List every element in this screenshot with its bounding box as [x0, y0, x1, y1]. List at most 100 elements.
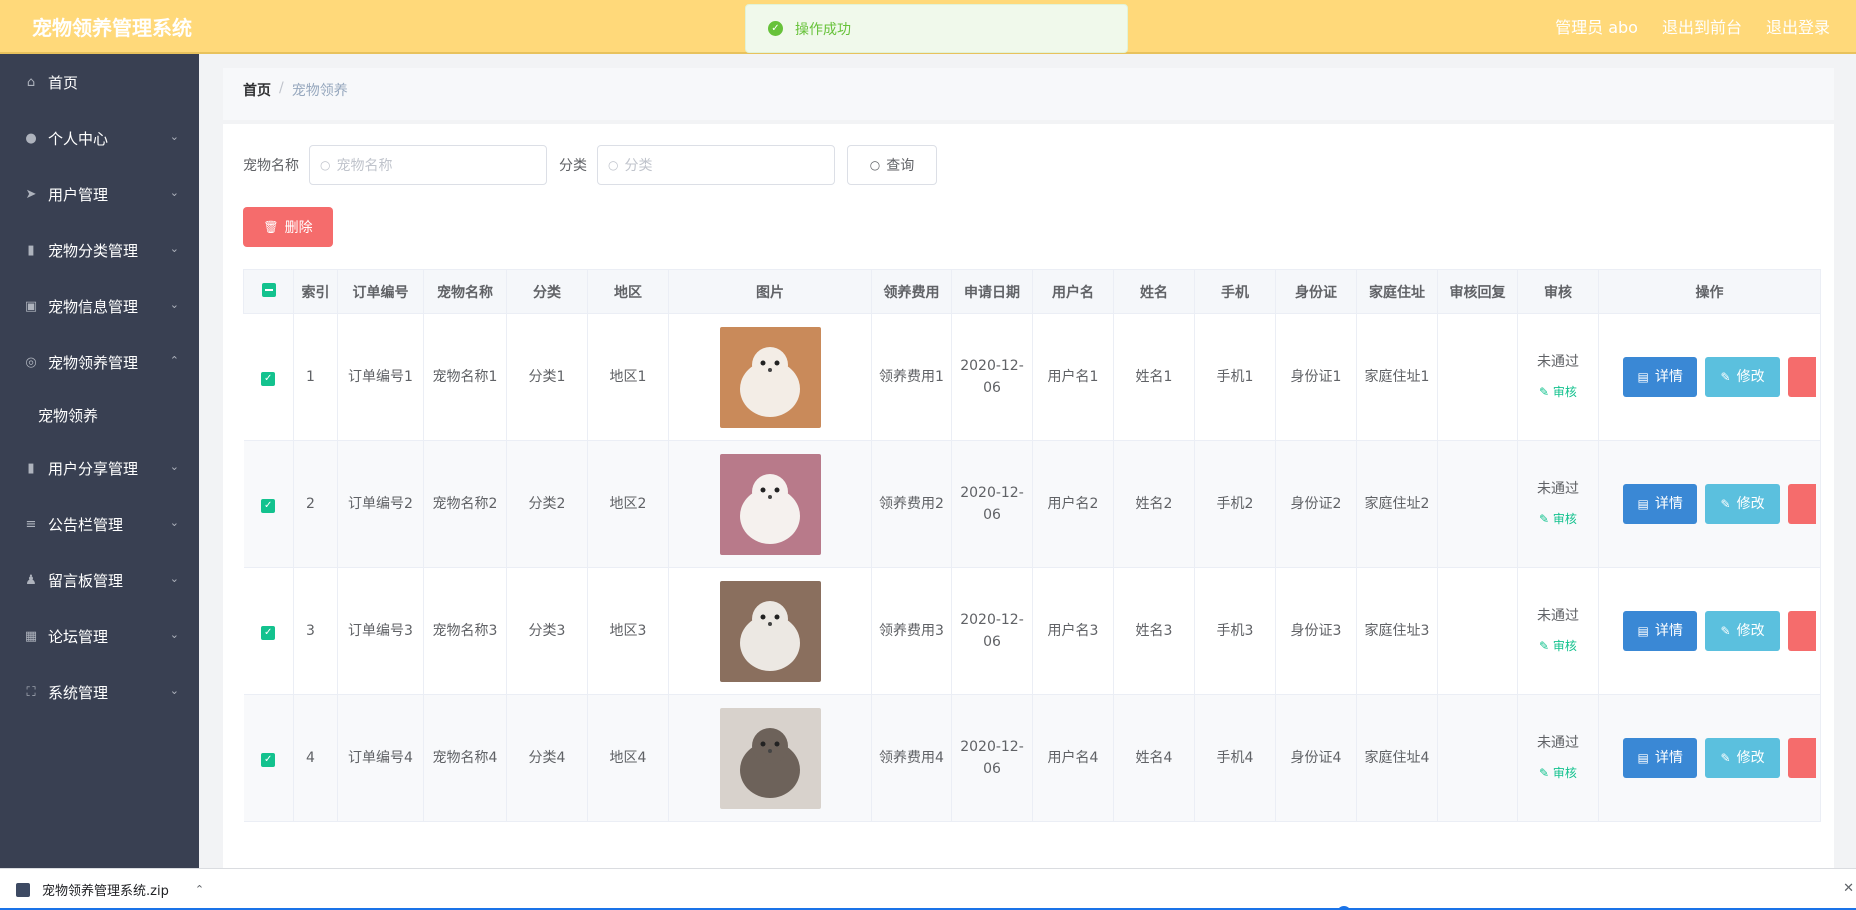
- success-toast: ✓ 操作成功: [745, 4, 1128, 53]
- sidebar-item-message-board[interactable]: ♟ 留言板管理 ⌄: [0, 552, 199, 608]
- edit-button[interactable]: ✎ 修改: [1705, 357, 1780, 397]
- cell-name: 宠物名称4: [423, 694, 507, 822]
- edit-icon: ✎: [1720, 497, 1731, 511]
- delete-row-button[interactable]: [1787, 357, 1816, 397]
- row-checkbox[interactable]: ✓: [243, 694, 294, 822]
- cell-realname: 姓名3: [1113, 567, 1195, 695]
- audit-link[interactable]: ✎ 审核: [1522, 381, 1594, 403]
- edit-button[interactable]: ✎ 修改: [1705, 738, 1780, 778]
- camera-icon: ▣: [24, 298, 38, 314]
- cell-image: [668, 567, 872, 695]
- sidebar-item-pet-info[interactable]: ▣ 宠物信息管理 ⌄: [0, 278, 199, 334]
- delete-row-button[interactable]: [1787, 611, 1816, 651]
- pet-photo[interactable]: [719, 326, 821, 428]
- detail-button[interactable]: ▤ 详情: [1623, 738, 1698, 778]
- cell-idcard: 身份证3: [1275, 567, 1357, 695]
- pet-photo-graphic: [719, 580, 821, 682]
- pet-name-label: 宠物名称: [243, 158, 299, 174]
- header-links: 管理员 abo 退出到前台 退出登录: [1555, 14, 1830, 38]
- cell-category: 分类2: [506, 440, 588, 568]
- pet-photo[interactable]: [719, 707, 821, 809]
- cell-fee: 领养费用2: [871, 440, 952, 568]
- delete-row-button[interactable]: [1787, 484, 1816, 524]
- cell-order: 订单编号1: [337, 313, 424, 441]
- chevron-down-icon: ⌄: [169, 130, 179, 143]
- check-icon: ✓: [261, 753, 276, 767]
- column-header: 操作: [1598, 269, 1821, 314]
- cell-image: [668, 313, 872, 441]
- cell-audit: 未通过 ✎ 审核: [1517, 567, 1599, 695]
- sidebar-item-bulletin[interactable]: ≡ 公告栏管理 ⌄: [0, 496, 199, 552]
- audit-status: 未通过: [1537, 608, 1579, 624]
- trash-icon: 🗑: [263, 220, 279, 234]
- sidebar-item-label: 公告栏管理: [48, 515, 124, 534]
- close-icon[interactable]: ✕: [1843, 881, 1854, 896]
- delete-label: 删除: [284, 220, 313, 236]
- detail-button[interactable]: ▤ 详情: [1623, 357, 1698, 397]
- download-item[interactable]: 宠物领养管理系统.zip ⌃: [16, 880, 204, 899]
- cell-fee: 领养费用4: [871, 694, 952, 822]
- sidebar-item-label: 论坛管理: [48, 627, 109, 646]
- sidebar-item-pet-adoption-management[interactable]: ◎ 宠物领养管理 ⌃: [0, 334, 199, 390]
- column-header: 审核回复: [1437, 269, 1518, 314]
- column-header: 身份证: [1275, 269, 1357, 314]
- download-filename: 宠物领养管理系统.zip: [42, 884, 169, 899]
- chevron-down-icon: ⌄: [169, 516, 179, 529]
- cell-username: 用户名1: [1032, 313, 1114, 441]
- document-icon: ▤: [1637, 497, 1649, 511]
- column-header: 申请日期: [951, 269, 1033, 314]
- sidebar-item-label: 个人中心: [48, 129, 109, 148]
- cell-date: 2020-12-06: [951, 567, 1033, 695]
- select-all-checkbox[interactable]: [243, 269, 294, 314]
- chevron-down-icon: ⌄: [169, 298, 179, 311]
- category-input[interactable]: ○ 分类: [597, 145, 835, 185]
- table-row: ✓ 4 订单编号4 宠物名称4 分类4 地区4 领养费用4 2020-12-06 用户名4 姓名4…: [243, 694, 1821, 822]
- sidebar-item-user-management[interactable]: ➤ 用户管理 ⌄: [0, 166, 199, 222]
- edit-button[interactable]: ✎ 修改: [1705, 611, 1780, 651]
- sidebar-item-label: 系统管理: [48, 683, 109, 702]
- edit-button[interactable]: ✎ 修改: [1705, 484, 1780, 524]
- sidebar-item-label: 宠物领养: [38, 406, 99, 425]
- sidebar-item-home[interactable]: ⌂ 首页: [0, 54, 199, 110]
- chevron-up-icon[interactable]: ⌃: [195, 883, 204, 896]
- sidebar-item-forum[interactable]: ▦ 论坛管理 ⌄: [0, 608, 199, 664]
- sidebar-item-personal-center[interactable]: ● 个人中心 ⌄: [0, 110, 199, 166]
- cell-category: 分类1: [506, 313, 588, 441]
- row-checkbox[interactable]: ✓: [243, 567, 294, 695]
- sidebar-item-label: 宠物领养管理: [48, 353, 139, 372]
- sidebar-item-system[interactable]: ⛶ 系统管理 ⌄: [0, 664, 199, 720]
- cell-name: 宠物名称2: [423, 440, 507, 568]
- sidebar-item-pet-adoption[interactable]: 宠物领养: [0, 390, 199, 440]
- adoption-table: 索引 订单编号 宠物名称 分类 地区 图片 领养费用 申请日期 用户名 姓名 手…: [243, 269, 1821, 822]
- bar-icon: ▮: [27, 460, 35, 476]
- sidebar-item-user-share[interactable]: ▮ 用户分享管理 ⌄: [0, 440, 199, 496]
- cell-address: 家庭住址4: [1356, 694, 1438, 822]
- detail-label: 详情: [1654, 623, 1683, 639]
- delete-button[interactable]: 🗑 删除: [243, 207, 333, 247]
- query-button[interactable]: ○ 查询: [847, 145, 937, 185]
- delete-row-button[interactable]: [1787, 738, 1816, 778]
- breadcrumb-home[interactable]: 首页: [243, 80, 271, 100]
- column-header: 订单编号: [337, 269, 424, 314]
- exit-to-frontend-link[interactable]: 退出到前台: [1662, 14, 1742, 38]
- edit-pen-icon: ✎: [1539, 512, 1553, 526]
- sidebar-item-pet-category[interactable]: ▮ 宠物分类管理 ⌄: [0, 222, 199, 278]
- row-checkbox[interactable]: ✓: [243, 440, 294, 568]
- pet-photo[interactable]: [719, 580, 821, 682]
- chevron-down-icon: ⌄: [169, 628, 179, 641]
- audit-link[interactable]: ✎ 审核: [1522, 635, 1594, 657]
- logout-link[interactable]: 退出登录: [1766, 14, 1830, 38]
- pet-name-input[interactable]: ○ 宠物名称: [309, 145, 547, 185]
- admin-user-link[interactable]: 管理员 abo: [1555, 14, 1638, 38]
- edit-label: 修改: [1736, 750, 1765, 766]
- pet-photo[interactable]: [719, 453, 821, 555]
- chevron-down-icon: ⌄: [169, 460, 179, 473]
- chevron-down-icon: ⌄: [169, 186, 179, 199]
- audit-link[interactable]: ✎ 审核: [1522, 762, 1594, 784]
- detail-button[interactable]: ▤ 详情: [1623, 484, 1698, 524]
- row-checkbox[interactable]: ✓: [243, 313, 294, 441]
- audit-link[interactable]: ✎ 审核: [1522, 508, 1594, 530]
- cell-actions: ▤ 详情 ✎ 修改: [1598, 694, 1821, 822]
- edit-icon: ✎: [1720, 624, 1731, 638]
- detail-button[interactable]: ▤ 详情: [1623, 611, 1698, 651]
